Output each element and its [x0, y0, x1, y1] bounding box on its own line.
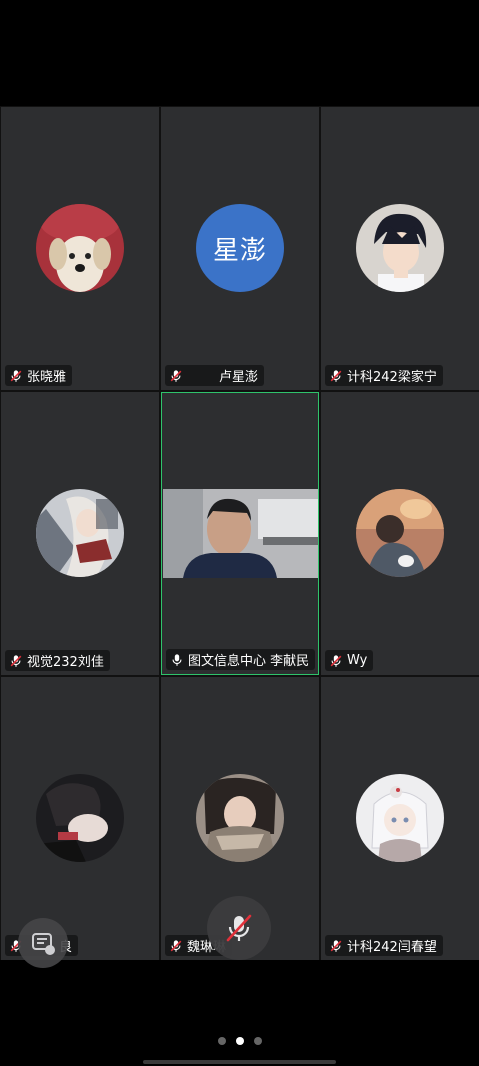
mic-muted-icon — [170, 939, 182, 952]
name-label: 图文信息中心 李献民 — [166, 649, 316, 670]
participant-tile[interactable]: 计科242梁家宁 — [321, 107, 479, 390]
name-label: Wy — [325, 650, 374, 671]
name-label: 计科242梁家宁 — [325, 365, 443, 386]
participant-name: 张晓雅 — [27, 370, 67, 385]
page-dot[interactable] — [217, 1037, 226, 1045]
avatar — [36, 204, 124, 292]
mic-muted-icon — [330, 369, 342, 382]
avatar-initials: 星澎 — [212, 235, 267, 266]
participant-video — [163, 489, 318, 578]
mute-toggle-button[interactable] — [207, 896, 271, 960]
participant-tile[interactable]: 计科242闫春望 — [321, 677, 479, 960]
participant-tile[interactable]: 视觉232刘佳 — [1, 392, 159, 675]
avatar: 星澎 — [196, 204, 284, 292]
avatar — [36, 774, 124, 862]
participant-tile-active-speaker[interactable]: 图文信息中心 李献民 — [161, 392, 319, 675]
name-label: 张晓雅 — [5, 365, 73, 386]
avatar — [36, 489, 124, 577]
participant-name: 视觉232刘佳 — [27, 655, 104, 670]
avatar — [356, 489, 444, 577]
participant-name: 计科242梁家宁 — [347, 370, 437, 385]
participant-name: 卢星澎 — [219, 370, 259, 385]
home-indicator[interactable] — [143, 1060, 336, 1064]
participant-tile[interactable]: 张晓雅 — [1, 107, 159, 390]
mic-icon — [172, 653, 182, 666]
participant-tile[interactable]: Wy — [321, 392, 479, 675]
camera-switch-button[interactable] — [18, 918, 68, 968]
avatar — [196, 774, 284, 862]
name-label: 计科242闫春望 — [325, 935, 443, 956]
name-label: 视觉232刘佳 — [5, 650, 110, 671]
mic-muted-icon — [10, 654, 22, 667]
participant-tile[interactable]: 良 — [1, 677, 159, 960]
name-label: 卢星澎 — [165, 365, 265, 386]
participant-name: 计科242闫春望 — [347, 940, 437, 955]
page-indicator[interactable] — [0, 1037, 479, 1045]
mic-muted-icon — [226, 914, 252, 942]
participant-name: 图文信息中心 李献民 — [188, 654, 310, 669]
avatar — [356, 204, 444, 292]
participant-name: Wy — [347, 653, 368, 668]
mic-muted-icon — [330, 654, 342, 667]
mic-muted-icon — [10, 369, 22, 382]
participant-tile[interactable]: 星澎 卢星澎 — [161, 107, 319, 390]
camera-switch-icon — [32, 933, 55, 955]
participant-grid: 张晓雅 星澎 卢星澎 计科242梁家宁 视觉232刘佳 图文信息中心 李献民 W… — [0, 106, 479, 960]
page-dot[interactable] — [253, 1037, 262, 1045]
mic-muted-icon — [330, 939, 342, 952]
avatar — [356, 774, 444, 862]
mic-muted-icon — [170, 369, 182, 382]
page-dot-current[interactable] — [235, 1037, 244, 1045]
